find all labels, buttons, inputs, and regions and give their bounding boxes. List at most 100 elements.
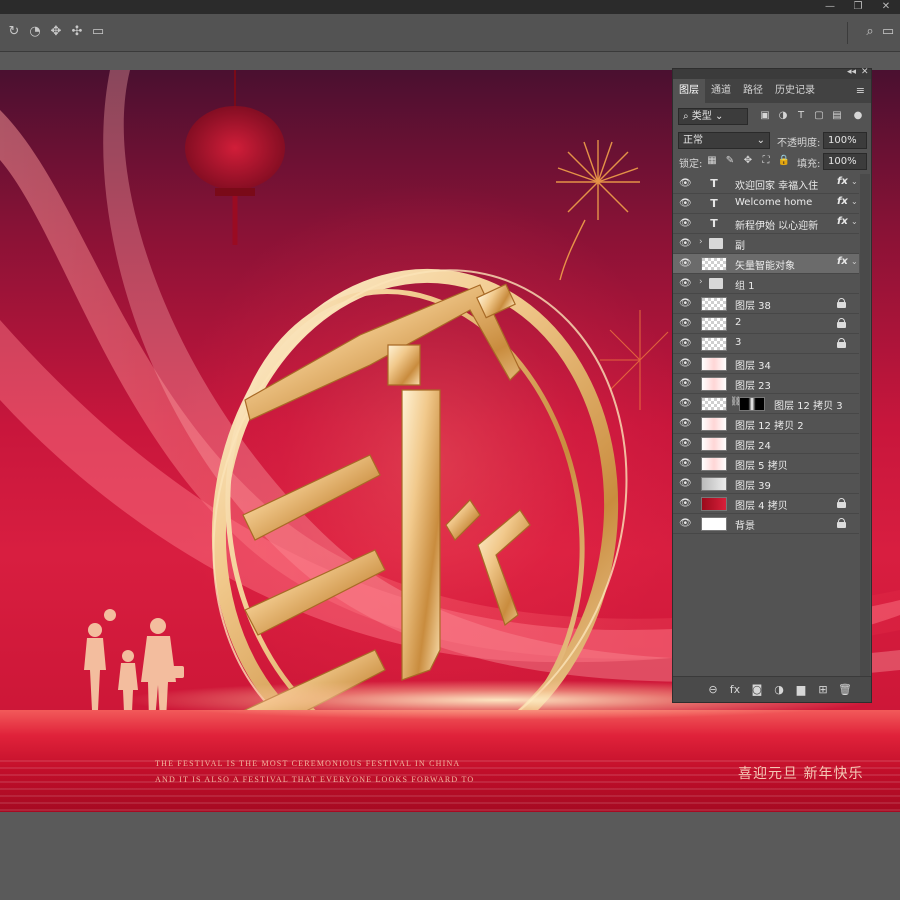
fill-input[interactable]: 100% (823, 153, 867, 170)
rotate-3d-icon[interactable]: ↻ (6, 24, 22, 40)
chevron-right-icon[interactable]: › (699, 277, 703, 287)
layer-name[interactable]: 欢迎回家 幸福入住 (735, 177, 818, 192)
visibility-eye-icon[interactable]: 👁 (679, 438, 692, 450)
adjustment-layer-icon[interactable]: ◑ (771, 682, 787, 698)
visibility-eye-icon[interactable]: 👁 (679, 258, 692, 270)
chevron-down-icon[interactable]: ⌄ (851, 257, 858, 266)
layer-row[interactable]: 👁 T 新程伊始 以心迎新 fx ⌄ (673, 214, 859, 234)
layer-name[interactable]: Welcome home (735, 197, 812, 208)
layer-row[interactable]: 👁 3 (673, 334, 859, 354)
layer-name[interactable]: 矢量智能对象 (735, 257, 795, 272)
lock-position-icon[interactable]: ✥ (741, 154, 755, 168)
layer-row[interactable]: 👁 图层 23 (673, 374, 859, 394)
collapse-panel-icon[interactable]: ◂◂ (847, 67, 856, 77)
layer-row[interactable]: 👁 2 (673, 314, 859, 334)
visibility-eye-icon[interactable]: 👁 (679, 458, 692, 470)
layer-row[interactable]: 👁 矢量智能对象 fx ⌄ (673, 254, 859, 274)
layer-row[interactable]: 👁 T 欢迎回家 幸福入住 fx ⌄ (673, 174, 859, 194)
layer-name[interactable]: 图层 23 (735, 377, 771, 392)
lock-transparent-icon[interactable]: ▦ (705, 154, 719, 168)
chevron-down-icon[interactable]: ⌄ (851, 177, 858, 186)
minimize-icon[interactable]: — (816, 0, 844, 14)
visibility-eye-icon[interactable]: 👁 (679, 358, 692, 370)
visibility-eye-icon[interactable]: 👁 (679, 198, 692, 210)
layer-name[interactable]: 图层 4 拷贝 (735, 497, 788, 512)
visibility-eye-icon[interactable]: 👁 (679, 498, 692, 510)
layer-name[interactable]: 组 1 (735, 277, 755, 292)
tab-paths[interactable]: 路径 (737, 79, 769, 103)
visibility-eye-icon[interactable]: 👁 (679, 238, 692, 250)
layer-name[interactable]: 背景 (735, 517, 755, 532)
layer-name[interactable]: 副 (735, 237, 745, 252)
layer-name[interactable]: 新程伊始 以心迎新 (735, 217, 818, 232)
lock-image-icon[interactable]: ✎ (723, 154, 737, 168)
layer-row[interactable]: 👁 › 组 1 (673, 274, 859, 294)
close-icon[interactable]: ✕ (872, 0, 900, 14)
layer-row[interactable]: 👁 图层 12 拷贝 2 (673, 414, 859, 434)
chevron-down-icon[interactable]: ⌄ (851, 197, 858, 206)
fx-icon[interactable]: fx (837, 216, 848, 227)
filter-pixel-icon[interactable]: ▣ (758, 109, 772, 123)
filter-shape-icon[interactable]: ▢ (812, 109, 826, 123)
scale-3d-icon[interactable]: ▭ (90, 24, 106, 40)
fx-icon[interactable]: fx (727, 682, 743, 698)
fx-icon[interactable]: fx (837, 256, 848, 267)
new-layer-icon[interactable]: ⊞ (815, 682, 831, 698)
layer-name[interactable]: 3 (735, 337, 741, 348)
close-panel-icon[interactable]: ✕ (861, 67, 869, 77)
layer-row[interactable]: 👁 › 副 (673, 234, 859, 254)
workspace-icon[interactable]: ▭ (880, 24, 896, 40)
layer-filter-select[interactable]: ⌕ 类型 ⌄ (678, 108, 748, 125)
layer-name[interactable]: 图层 39 (735, 477, 771, 492)
search-icon[interactable]: ⌕ (862, 24, 878, 40)
delete-layer-icon[interactable]: 🗑 (837, 682, 853, 698)
filter-type-icon[interactable]: T (794, 109, 808, 123)
visibility-eye-icon[interactable]: 👁 (679, 278, 692, 290)
chevron-down-icon[interactable]: ⌄ (851, 217, 858, 226)
tab-layers[interactable]: 图层 (673, 79, 705, 103)
link-layers-icon[interactable]: ⊖ (705, 682, 721, 698)
fx-icon[interactable]: fx (837, 196, 848, 207)
lock-artboard-icon[interactable]: ⛶ (759, 154, 773, 168)
visibility-eye-icon[interactable]: 👁 (679, 298, 692, 310)
drag-3d-icon[interactable]: ✥ (48, 24, 64, 40)
restore-icon[interactable]: ❐ (844, 0, 872, 14)
panel-menu-icon[interactable]: ≡ (856, 84, 865, 97)
layer-row[interactable]: 👁 图层 38 (673, 294, 859, 314)
layer-row[interactable]: 👁 图层 24 (673, 434, 859, 454)
visibility-eye-icon[interactable]: 👁 (679, 518, 692, 530)
layer-row[interactable]: 👁 图层 5 拷贝 (673, 454, 859, 474)
tab-history[interactable]: 历史记录 (769, 79, 821, 103)
visibility-eye-icon[interactable]: 👁 (679, 378, 692, 390)
visibility-eye-icon[interactable]: 👁 (679, 418, 692, 430)
layer-row[interactable]: 👁 图层 4 拷贝 (673, 494, 859, 514)
layer-mask-thumbnail[interactable] (739, 397, 765, 411)
visibility-eye-icon[interactable]: 👁 (679, 218, 692, 230)
new-group-icon[interactable]: ▆ (793, 682, 809, 698)
visibility-eye-icon[interactable]: 👁 (679, 398, 692, 410)
filter-adjustment-icon[interactable]: ◑ (776, 109, 790, 123)
roll-3d-icon[interactable]: ◔ (27, 24, 43, 40)
layer-row[interactable]: 👁 T Welcome home fx ⌄ (673, 194, 859, 214)
opacity-input[interactable]: 100% (823, 132, 867, 149)
layer-name[interactable]: 图层 12 拷贝 2 (735, 417, 804, 432)
filter-toggle-icon[interactable]: ● (851, 109, 865, 123)
visibility-eye-icon[interactable]: 👁 (679, 338, 692, 350)
layer-row[interactable]: 👁 背景 (673, 514, 859, 534)
layer-row[interactable]: 👁 ⛓ 图层 12 拷贝 3 (673, 394, 859, 414)
visibility-eye-icon[interactable]: 👁 (679, 178, 692, 190)
layer-row[interactable]: 👁 图层 34 (673, 354, 859, 374)
layer-name[interactable]: 图层 5 拷贝 (735, 457, 788, 472)
layer-list-scrollbar[interactable] (860, 174, 870, 679)
layer-name[interactable]: 图层 24 (735, 437, 771, 452)
slide-3d-icon[interactable]: ✣ (69, 24, 85, 40)
visibility-eye-icon[interactable]: 👁 (679, 318, 692, 330)
tab-channels[interactable]: 通道 (705, 79, 737, 103)
layer-row[interactable]: 👁 图层 39 (673, 474, 859, 494)
layer-name[interactable]: 图层 34 (735, 357, 771, 372)
layer-name[interactable]: 2 (735, 317, 741, 328)
add-mask-icon[interactable]: ◙ (749, 682, 765, 698)
layer-name[interactable]: 图层 38 (735, 297, 771, 312)
layer-name[interactable]: 图层 12 拷贝 3 (774, 397, 843, 412)
fx-icon[interactable]: fx (837, 176, 848, 187)
